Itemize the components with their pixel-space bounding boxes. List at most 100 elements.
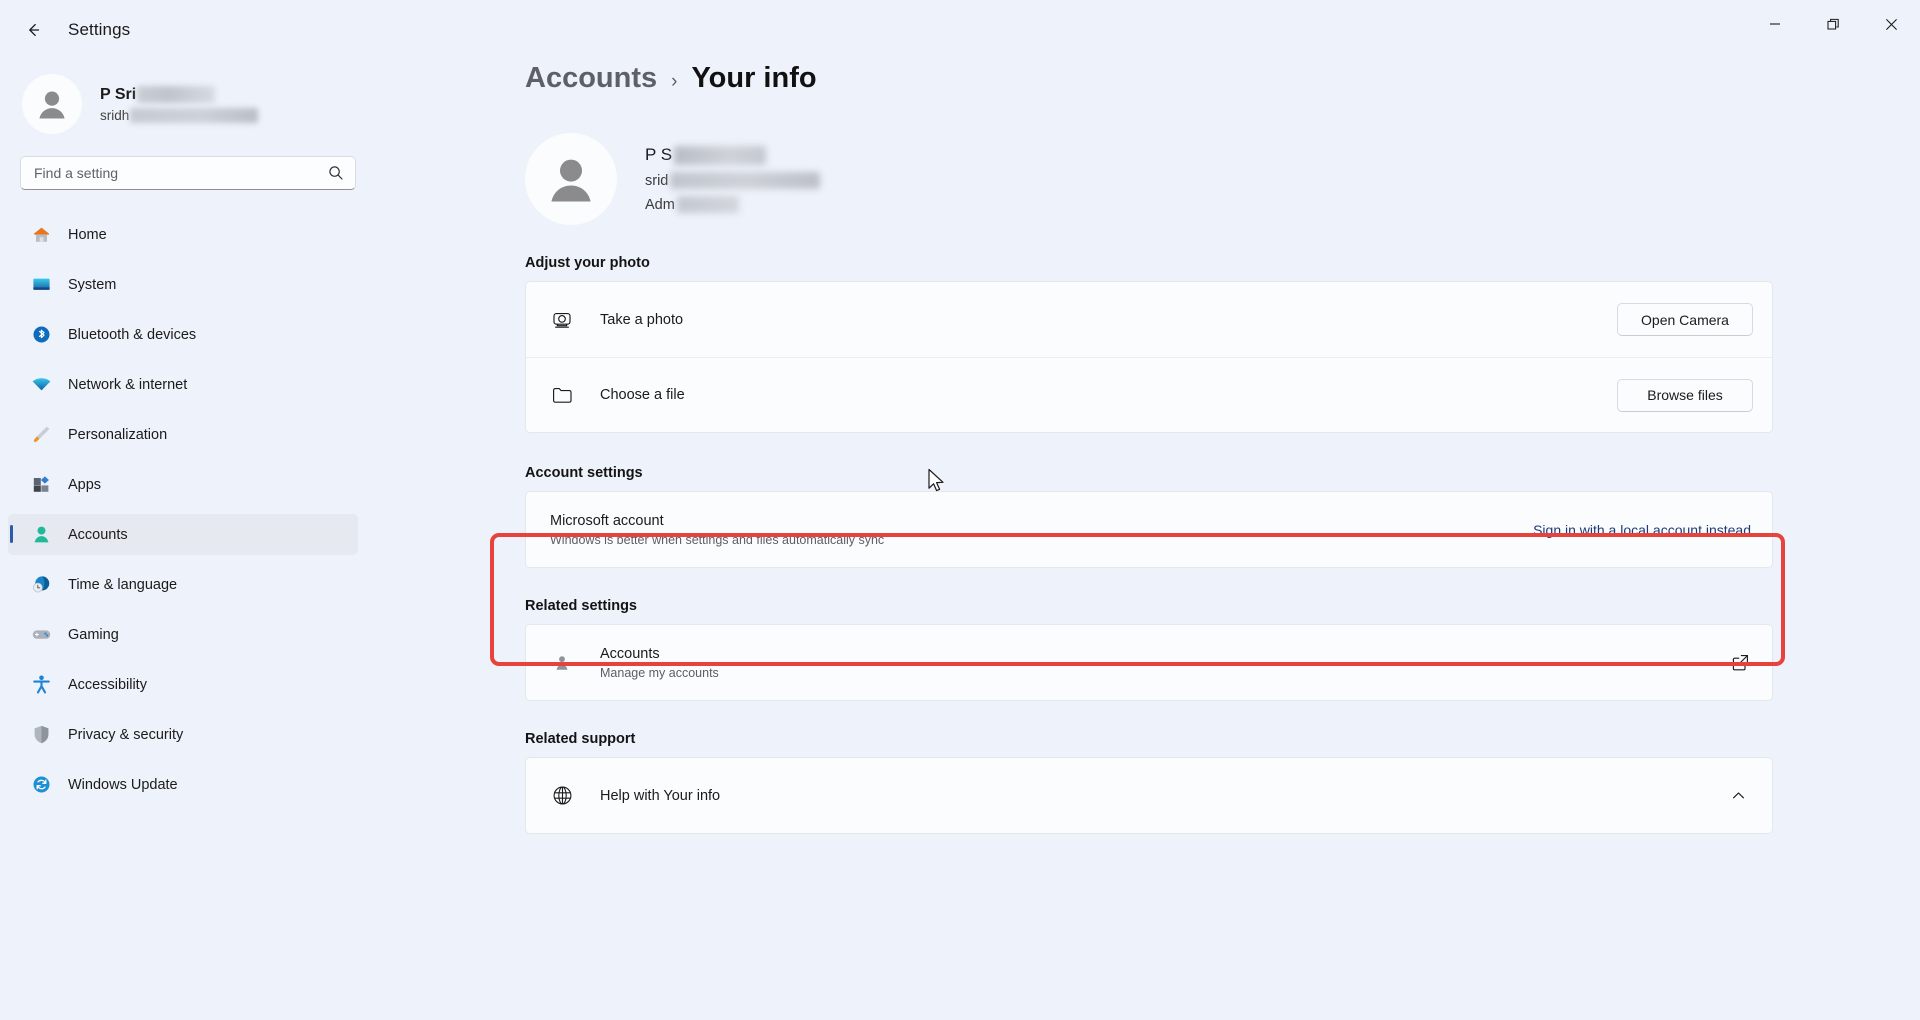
sidebar-profile[interactable]: P Sri sridh: [0, 60, 380, 150]
account-hero: P S srid Adm: [380, 95, 1920, 225]
related-settings-card: Accounts Manage my accounts: [525, 624, 1773, 701]
sidebar-item-accounts[interactable]: Accounts: [8, 514, 358, 555]
sidebar-item-gaming[interactable]: Gaming: [8, 614, 358, 655]
redacted-email-block: [670, 172, 821, 189]
sidebar-item-windows-update[interactable]: Windows Update: [8, 764, 358, 805]
take-a-photo-lead: Take a photo: [550, 308, 1617, 332]
row-title: Accounts: [600, 645, 660, 662]
shield-icon: [30, 724, 52, 746]
sidebar-nav: Home System Bluetooth & devices Network …: [0, 214, 380, 805]
sidebar-item-system[interactable]: System: [8, 264, 358, 305]
related-support-heading: Related support: [525, 731, 636, 747]
search-input[interactable]: [21, 165, 355, 181]
choose-a-file-row: Choose a file Browse files: [526, 357, 1772, 432]
account-settings-heading: Account settings: [525, 465, 643, 481]
sidebar-profile-email: sridh: [100, 107, 130, 123]
chevron-up-icon[interactable]: [1723, 781, 1753, 811]
help-with-your-info-lead: Help with Your info: [550, 784, 1723, 808]
sidebar-item-label: Time & language: [68, 576, 178, 593]
sidebar-item-label: System: [68, 276, 117, 293]
apps-icon: [30, 474, 52, 496]
sidebar-item-label: Network & internet: [68, 376, 188, 393]
browse-files-button[interactable]: Browse files: [1617, 378, 1753, 412]
search-icon: [328, 165, 344, 186]
sign-in-local-account-link[interactable]: Sign in with a local account instead: [1531, 518, 1753, 542]
related-accounts-lead: Accounts Manage my accounts: [550, 646, 1727, 680]
back-button[interactable]: [12, 11, 56, 49]
hero-name-row: P S: [645, 145, 820, 165]
window-controls: [1746, 0, 1920, 48]
sidebar-item-apps[interactable]: Apps: [8, 464, 358, 505]
home-icon: [30, 224, 52, 246]
related-accounts-row[interactable]: Accounts Manage my accounts: [526, 625, 1772, 700]
search-wrapper: [0, 150, 380, 190]
row-subtitle: Manage my accounts: [600, 665, 719, 680]
person-avatar-icon: [39, 91, 65, 119]
minimize-button[interactable]: [1746, 0, 1804, 48]
adjust-photo-card: Take a photo Open Camera Choose a file B…: [525, 281, 1773, 433]
sidebar-item-network-internet[interactable]: Network & internet: [8, 364, 358, 405]
breadcrumb-parent[interactable]: Accounts: [525, 62, 657, 95]
microsoft-account-row: Microsoft account Windows is better when…: [526, 492, 1772, 567]
window-title: Settings: [68, 20, 131, 39]
chevron-right-icon: ›: [671, 71, 678, 92]
row-title: Help with Your info: [600, 787, 721, 804]
sidebar-item-home[interactable]: Home: [8, 214, 358, 255]
row-title: Take a photo: [600, 311, 684, 328]
gamepad-icon: [30, 624, 52, 646]
minimize-icon: [1770, 23, 1780, 25]
sidebar-item-time-language[interactable]: Time & language: [8, 564, 358, 605]
restore-icon: [1826, 18, 1839, 30]
hero-email: srid: [645, 172, 669, 189]
sidebar-profile-email-row: sridh: [100, 107, 259, 123]
clock-globe-icon: [30, 574, 52, 596]
row-title: Microsoft account: [550, 512, 664, 529]
adjust-photo-heading: Adjust your photo: [525, 255, 650, 271]
sidebar-item-accessibility[interactable]: Accessibility: [8, 664, 358, 705]
account-settings-card: Microsoft account Windows is better when…: [525, 491, 1773, 568]
page-title: Your info: [691, 62, 817, 94]
row-subtitle: Windows is better when settings and file…: [550, 532, 885, 547]
sidebar-item-label: Home: [68, 226, 107, 243]
redacted-name-block: [137, 86, 216, 103]
system-display-icon: [30, 274, 52, 296]
close-button[interactable]: [1862, 0, 1920, 48]
microsoft-account-lead: Microsoft account Windows is better when…: [550, 513, 1531, 547]
sidebar-profile-text: P Sri sridh: [100, 86, 259, 123]
sidebar-item-privacy-security[interactable]: Privacy & security: [8, 714, 358, 755]
sidebar-item-bluetooth-devices[interactable]: Bluetooth & devices: [8, 314, 358, 355]
sidebar-item-label: Privacy & security: [68, 726, 184, 743]
breadcrumb: Accounts › Your info: [380, 48, 1920, 95]
hero-role: Adm: [645, 196, 675, 213]
hero-role-row: Adm: [645, 196, 820, 213]
redacted-email-block: [130, 107, 259, 123]
redacted-role-block: [676, 196, 739, 213]
person-small-icon: [550, 651, 574, 675]
maximize-button[interactable]: [1804, 0, 1862, 48]
main-content: Accounts › Your info P S srid Adm Adjust…: [380, 48, 1920, 1020]
settings-window: Settings P Sri sridh Find a setting Home…: [0, 0, 1920, 1020]
related-settings-heading: Related settings: [525, 598, 637, 614]
sidebar-item-personalization[interactable]: Personalization: [8, 414, 358, 455]
paintbrush-icon: [30, 424, 52, 446]
sidebar-item-label: Windows Update: [68, 776, 178, 793]
hero-email-row: srid: [645, 172, 821, 189]
row-title: Choose a file: [600, 387, 685, 403]
help-with-your-info-row[interactable]: Help with Your info: [526, 758, 1772, 833]
back-arrow-icon: [29, 23, 40, 37]
related-support-card: Help with Your info: [525, 757, 1773, 834]
account-hero-text: P S srid Adm: [645, 145, 821, 213]
sidebar: P Sri sridh Find a setting Home System B…: [0, 60, 380, 1020]
open-camera-button[interactable]: Open Camera: [1617, 303, 1753, 336]
account-settings-block: Account settings Microsoft account Windo…: [380, 433, 1920, 568]
sidebar-item-label: Gaming: [68, 626, 119, 643]
sidebar-item-label: Accessibility: [68, 676, 147, 693]
camera-icon: [550, 308, 574, 332]
related-accounts-text: Accounts Manage my accounts: [600, 646, 719, 680]
sidebar-item-label: Personalization: [68, 426, 168, 443]
take-a-photo-row: Take a photo Open Camera: [526, 282, 1772, 357]
search-box[interactable]: [20, 156, 356, 190]
wifi-icon: [30, 374, 52, 396]
hero-name: P S: [645, 145, 673, 164]
external-link-icon[interactable]: [1727, 650, 1753, 676]
